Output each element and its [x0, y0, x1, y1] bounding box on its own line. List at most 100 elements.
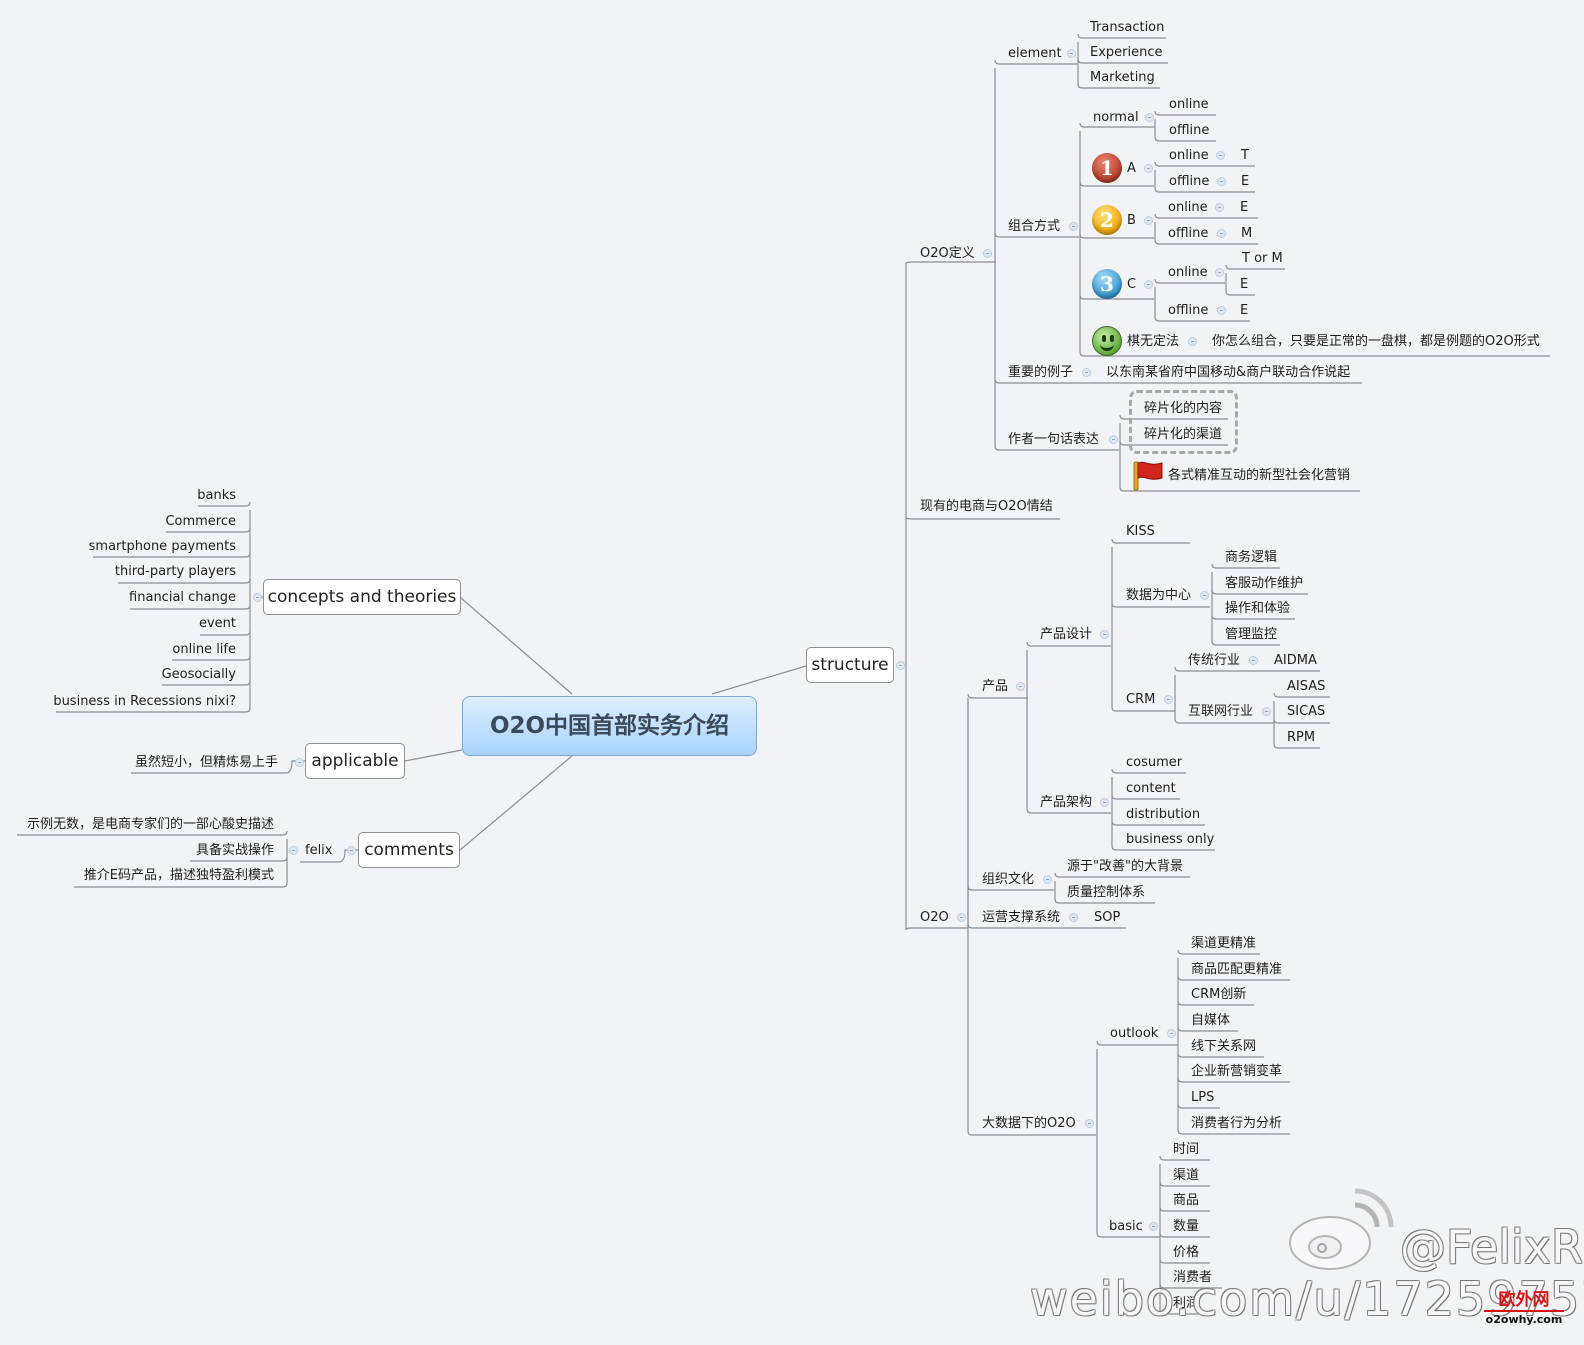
node-free-combo-value[interactable]: 你怎么组合，只要是正常的一盘棋，都是例题的O2O形式: [1212, 334, 1540, 350]
collapse-toggle-icon[interactable]: [1249, 656, 1258, 665]
node-o2o[interactable]: O2O: [920, 910, 949, 926]
culture-item[interactable]: 质量控制体系: [1067, 885, 1145, 901]
author-item[interactable]: 碎片化的内容: [1144, 401, 1222, 417]
data-center-item[interactable]: 商务逻辑: [1225, 550, 1277, 566]
element-item[interactable]: Transaction: [1090, 20, 1164, 36]
collapse-toggle-icon[interactable]: [1144, 164, 1153, 173]
collapse-toggle-icon[interactable]: [1215, 268, 1224, 277]
node-c-offline-value[interactable]: E: [1240, 303, 1248, 319]
node-b-offline[interactable]: offline: [1168, 226, 1208, 242]
basic-item[interactable]: 商品: [1173, 1193, 1199, 1209]
node-crm[interactable]: CRM: [1126, 692, 1155, 708]
collapse-toggle-icon[interactable]: [1217, 177, 1226, 186]
culture-item[interactable]: 源于"改善"的大背景: [1067, 859, 1183, 875]
outlook-item[interactable]: 渠道更精准: [1191, 936, 1256, 952]
collapse-toggle-icon[interactable]: [347, 846, 356, 855]
node-c-online-value[interactable]: T or M: [1242, 251, 1283, 267]
collapse-toggle-icon[interactable]: [1217, 306, 1226, 315]
collapse-toggle-icon[interactable]: [295, 758, 304, 767]
basic-item[interactable]: 渠道: [1173, 1168, 1199, 1184]
node-o2o-definition[interactable]: O2O定义: [920, 246, 975, 262]
node-a-online-value[interactable]: T: [1241, 148, 1249, 164]
arch-item[interactable]: distribution: [1126, 807, 1200, 823]
collapse-toggle-icon[interactable]: [1167, 1029, 1176, 1038]
node-normal[interactable]: normal: [1093, 110, 1139, 126]
normal-item[interactable]: online: [1169, 97, 1209, 113]
node-traditional[interactable]: 传统行业: [1188, 653, 1240, 669]
collapse-toggle-icon[interactable]: [1082, 368, 1091, 377]
collapse-toggle-icon[interactable]: [896, 661, 905, 670]
collapse-toggle-icon[interactable]: [1164, 695, 1173, 704]
collapse-toggle-icon[interactable]: [957, 913, 966, 922]
collapse-toggle-icon[interactable]: [1067, 49, 1076, 58]
topic-structure[interactable]: structure: [806, 647, 894, 683]
node-a[interactable]: A: [1127, 161, 1136, 177]
collapse-toggle-icon[interactable]: [983, 249, 992, 258]
node-kiss[interactable]: KISS: [1126, 524, 1155, 540]
collapse-toggle-icon[interactable]: [1109, 435, 1118, 444]
collapse-toggle-icon[interactable]: [253, 593, 262, 602]
node-culture[interactable]: 组织文化: [982, 872, 1034, 888]
node-ops[interactable]: 运营支撑系统: [982, 910, 1060, 926]
basic-item[interactable]: 时间: [1173, 1142, 1199, 1158]
node-element[interactable]: element: [1008, 46, 1062, 62]
node-author-summary[interactable]: 作者一句话表达: [1008, 432, 1099, 448]
data-center-item[interactable]: 客服动作维护: [1225, 576, 1303, 592]
node-a-online[interactable]: online: [1169, 148, 1209, 164]
node-product-arch[interactable]: 产品架构: [1040, 795, 1092, 811]
node-free-combo[interactable]: 棋无定法: [1127, 334, 1179, 350]
collapse-toggle-icon[interactable]: [289, 846, 298, 855]
comment-item[interactable]: 具备实战操作: [196, 843, 274, 859]
root-topic[interactable]: O2O中国首部实务介绍: [462, 696, 757, 756]
internet-item[interactable]: SICAS: [1287, 704, 1325, 720]
collapse-toggle-icon[interactable]: [1144, 216, 1153, 225]
concept-item[interactable]: event: [199, 616, 236, 632]
collapse-toggle-icon[interactable]: [1100, 630, 1109, 639]
node-b-offline-value[interactable]: M: [1241, 226, 1252, 242]
collapse-toggle-icon[interactable]: [1144, 280, 1153, 289]
data-center-item[interactable]: 操作和体验: [1225, 601, 1290, 617]
node-internet[interactable]: 互联网行业: [1188, 704, 1253, 720]
collapse-toggle-icon[interactable]: [1188, 337, 1197, 346]
node-b-online-value[interactable]: E: [1240, 200, 1248, 216]
collapse-toggle-icon[interactable]: [1149, 1222, 1158, 1231]
node-data-center[interactable]: 数据为中心: [1126, 588, 1191, 604]
outlook-item[interactable]: LPS: [1191, 1090, 1214, 1106]
node-basic[interactable]: basic: [1109, 1219, 1143, 1235]
node-product-design[interactable]: 产品设计: [1040, 627, 1092, 643]
topic-applicable[interactable]: applicable: [305, 743, 405, 779]
data-center-item[interactable]: 管理监控: [1225, 627, 1277, 643]
node-a-offline[interactable]: offline: [1169, 174, 1209, 190]
author-flag-item[interactable]: 各式精准互动的新型社会化营销: [1168, 468, 1350, 484]
arch-item[interactable]: business only: [1126, 832, 1214, 848]
collapse-toggle-icon[interactable]: [1216, 151, 1225, 160]
outlook-item[interactable]: 企业新营销变革: [1191, 1064, 1282, 1080]
outlook-item[interactable]: CRM创新: [1191, 987, 1246, 1003]
element-item[interactable]: Experience: [1090, 45, 1163, 61]
internet-item[interactable]: AISAS: [1287, 679, 1325, 695]
concept-item[interactable]: Geosocially: [162, 667, 236, 683]
collapse-toggle-icon[interactable]: [1043, 875, 1052, 884]
applicable-item[interactable]: 虽然短小，但精炼易上手: [135, 755, 278, 771]
concept-item[interactable]: Commerce: [165, 514, 236, 530]
collapse-toggle-icon[interactable]: [1069, 913, 1078, 922]
normal-item[interactable]: offline: [1169, 123, 1209, 139]
concept-item[interactable]: financial change: [129, 590, 236, 606]
concept-item[interactable]: smartphone payments: [89, 539, 236, 555]
node-ops-value[interactable]: SOP: [1094, 910, 1120, 926]
outlook-item[interactable]: 消费者行为分析: [1191, 1116, 1282, 1132]
node-c[interactable]: C: [1127, 277, 1136, 293]
concept-item[interactable]: banks: [197, 488, 236, 504]
collapse-toggle-icon[interactable]: [1100, 798, 1109, 807]
arch-item[interactable]: cosumer: [1126, 755, 1182, 771]
collapse-toggle-icon[interactable]: [1069, 222, 1078, 231]
internet-item[interactable]: RPM: [1287, 730, 1315, 746]
element-item[interactable]: Marketing: [1090, 70, 1155, 86]
collapse-toggle-icon[interactable]: [1217, 229, 1226, 238]
outlook-item[interactable]: 商品匹配更精准: [1191, 962, 1282, 978]
comments-felix[interactable]: felix: [305, 843, 333, 859]
node-outlook[interactable]: outlook: [1110, 1026, 1158, 1042]
node-a-offline-value[interactable]: E: [1241, 174, 1249, 190]
node-product[interactable]: 产品: [982, 679, 1008, 695]
collapse-toggle-icon[interactable]: [1145, 113, 1154, 122]
